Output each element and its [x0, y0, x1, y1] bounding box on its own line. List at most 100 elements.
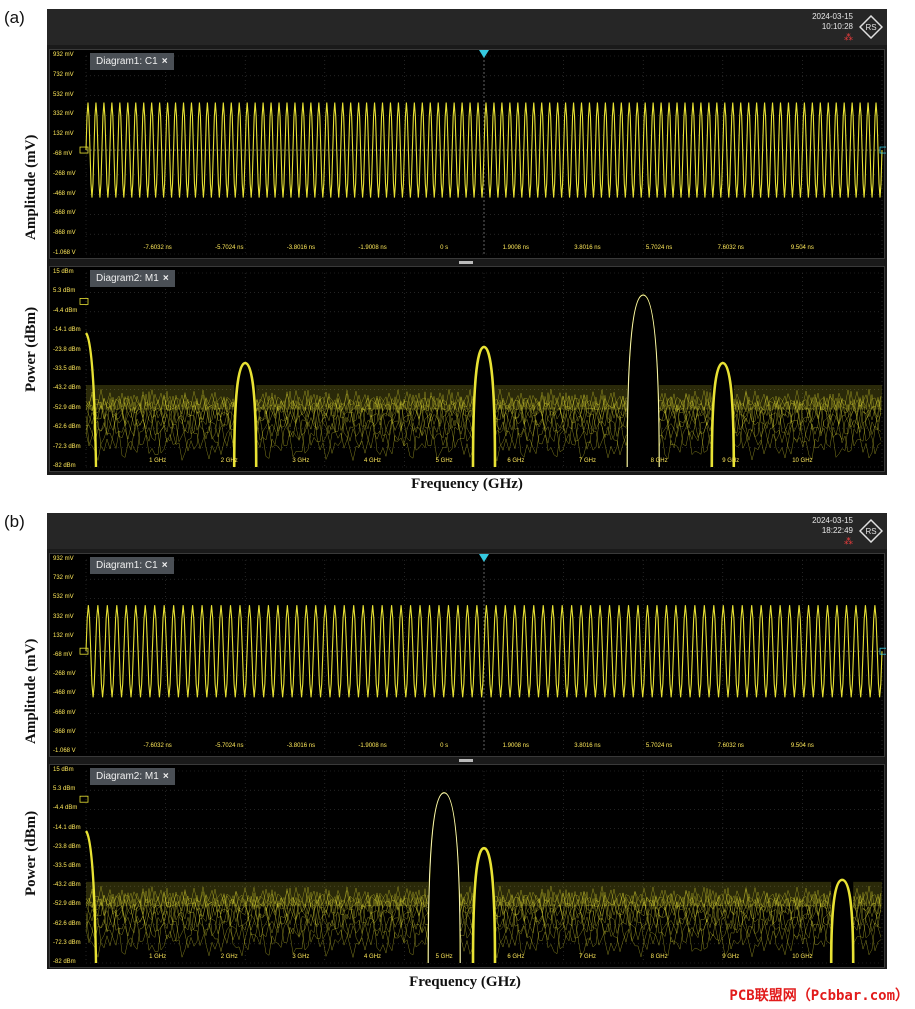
x-tick-label: 5.7024 ns: [645, 743, 673, 749]
amplitude-axis-label: Amplitude (mV): [23, 638, 39, 744]
diagram-title: Diagram1: C1: [96, 56, 158, 67]
x-tick-label: 7.6032 ns: [717, 743, 744, 749]
x-tick-label: -1.9008 ns: [358, 245, 387, 251]
splitter-handle[interactable]: [459, 261, 473, 264]
y-tick-label: -68 mV: [53, 652, 73, 658]
y-tick-label: -868 mV: [53, 230, 76, 237]
x-tick-label: 10 GHz: [792, 954, 813, 960]
y-tick-label: -668 mV: [53, 709, 76, 716]
y-tick-label: -468 mV: [53, 190, 76, 197]
spectrum-diagram-a[interactable]: Diagram2: M1 × 15 dBm 5.3 dBm -4.4 dBm -14.1…: [49, 266, 885, 472]
y-tick-label: -4.4 dBm: [53, 307, 78, 314]
x-tick-label: 9 GHz: [722, 458, 740, 464]
x-tick-label: -5.7024 ns: [215, 743, 244, 749]
x-tick-label: 1.9008 ns: [502, 245, 530, 251]
y-tick-label: -33.5 dBm: [53, 366, 81, 372]
y-tick-label: -268 mV: [53, 671, 76, 678]
offset-marker-icon[interactable]: [879, 647, 886, 655]
y-tick-label: 132 mV: [53, 131, 74, 138]
y-tick-label: -1.068 V: [53, 250, 76, 256]
y-tick-label: 932 mV: [53, 556, 74, 562]
close-icon[interactable]: ×: [163, 771, 169, 782]
diagram-tab[interactable]: Diagram1: C1 ×: [90, 53, 174, 70]
rs-logo-icon: RS: [859, 15, 883, 39]
y-tick-label: 5.3 dBm: [53, 786, 76, 793]
y-tick-label: -4.4 dBm: [53, 805, 78, 812]
time-diagram-a[interactable]: Diagram1: C1 × 932 mV 732 mV 532 mV 332 mV 13…: [49, 49, 886, 259]
timestamp: 2024-03-15 18:22:49 ⁂: [812, 516, 853, 546]
y-tick-label: 532 mV: [53, 91, 74, 98]
x-tick-label: 7.6032 ns: [717, 245, 744, 251]
y-tick-label: -68 mV: [53, 151, 73, 157]
y-tick-label: -23.8 dBm: [53, 843, 81, 850]
y-tick-label: 732 mV: [53, 575, 74, 582]
amplitude-axis-label: Amplitude (mV): [23, 134, 39, 240]
x-tick-label: -3.8016 ns: [286, 743, 316, 749]
close-icon[interactable]: ×: [163, 273, 169, 284]
frequency-axis-label: Frequency (GHz): [409, 974, 521, 990]
x-tick-label: 2 GHz: [220, 954, 238, 960]
time-text: 18:22:49: [821, 526, 853, 535]
y-tick-label: 5.3 dBm: [53, 288, 76, 295]
scope-window-a: 2024-03-15 10:10:28 ⁂ RS Diagram1: C1 × 9…: [47, 9, 887, 475]
time-text: 10:10:28: [821, 22, 853, 31]
diagram-tab[interactable]: Diagram1: C1 ×: [90, 557, 174, 574]
power-axis-label: Power (dBm): [23, 810, 39, 896]
x-tick-label: 8 GHz: [650, 954, 668, 960]
scope-toolbar: [47, 9, 887, 45]
y-tick-label: -72.3 dBm: [53, 939, 81, 946]
close-icon[interactable]: ×: [162, 560, 168, 571]
alert-icon: ⁂: [844, 32, 853, 42]
panel-a-label: (a): [4, 8, 25, 27]
x-tick-label: 3 GHz: [292, 954, 310, 960]
y-tick-label: -868 mV: [53, 728, 76, 735]
y-tick-label: 332 mV: [53, 111, 74, 118]
y-tick-label: -668 mV: [53, 210, 76, 217]
spectrum-plot: [79, 770, 883, 964]
peak-gap: [428, 792, 461, 963]
x-tick-label: 10 GHz: [792, 458, 813, 464]
time-diagram-b[interactable]: Diagram1: C1 × 932 mV 732 mV 532 mV 332 mV 13…: [49, 553, 886, 757]
x-tick-label: 7 GHz: [578, 458, 596, 464]
peak-gap: [627, 295, 660, 467]
splitter-handle[interactable]: [459, 759, 473, 762]
y-tick-label: -82 dBm: [53, 463, 76, 469]
date-text: 2024-03-15: [812, 12, 853, 21]
y-tick-label: 532 mV: [53, 594, 74, 601]
x-tick-label: 0 s: [440, 743, 449, 749]
diagram-tab[interactable]: Diagram2: M1 ×: [90, 270, 175, 287]
diagram-tab[interactable]: Diagram2: M1 ×: [90, 768, 175, 785]
y-tick-label: 15 dBm: [53, 767, 74, 773]
x-tick-label: 9.504 ns: [790, 743, 814, 749]
y-tick-label: -72.3 dBm: [53, 443, 81, 450]
y-tick-label: 732 mV: [53, 71, 74, 78]
y-tick-label: -62.6 dBm: [53, 424, 81, 431]
x-tick-label: -3.8016 ns: [286, 245, 316, 251]
x-tick-label: 5 GHz: [435, 954, 453, 960]
y-tick-label: -43.2 dBm: [53, 882, 81, 889]
y-tick-label: -62.6 dBm: [53, 920, 81, 927]
x-tick-label: 7 GHz: [578, 954, 596, 960]
y-tick-label: -43.2 dBm: [53, 385, 81, 392]
channel-marker-icon[interactable]: [79, 297, 89, 305]
offset-marker-icon[interactable]: [879, 146, 886, 154]
time-diagram-plot: [79, 554, 886, 753]
x-tick-label: 4 GHz: [364, 458, 382, 464]
x-tick-label: -7.6032 ns: [143, 743, 172, 749]
y-tick-label: 15 dBm: [53, 269, 74, 275]
x-tick-label: 3.8016 ns: [574, 245, 601, 251]
x-tick-label: -7.6032 ns: [143, 245, 172, 251]
y-tick-label: -23.8 dBm: [53, 346, 81, 353]
spectrum-diagram-b[interactable]: Diagram2: M1 × 15 dBm 5.3 dBm -4.4 dBm -14.1…: [49, 764, 885, 968]
trigger-marker-icon[interactable]: [479, 50, 489, 58]
x-tick-label: 3 GHz: [292, 458, 310, 464]
x-tick-label: 8 GHz: [650, 458, 668, 464]
channel-marker-icon[interactable]: [79, 795, 89, 803]
trigger-marker-icon[interactable]: [479, 554, 489, 562]
frequency-axis-label: Frequency (GHz): [411, 476, 523, 492]
x-tick-label: 2 GHz: [220, 458, 238, 464]
y-tick-label: -82 dBm: [53, 959, 76, 965]
spectrum-plot: [79, 272, 883, 468]
close-icon[interactable]: ×: [162, 56, 168, 67]
x-tick-label: -5.7024 ns: [215, 245, 244, 251]
